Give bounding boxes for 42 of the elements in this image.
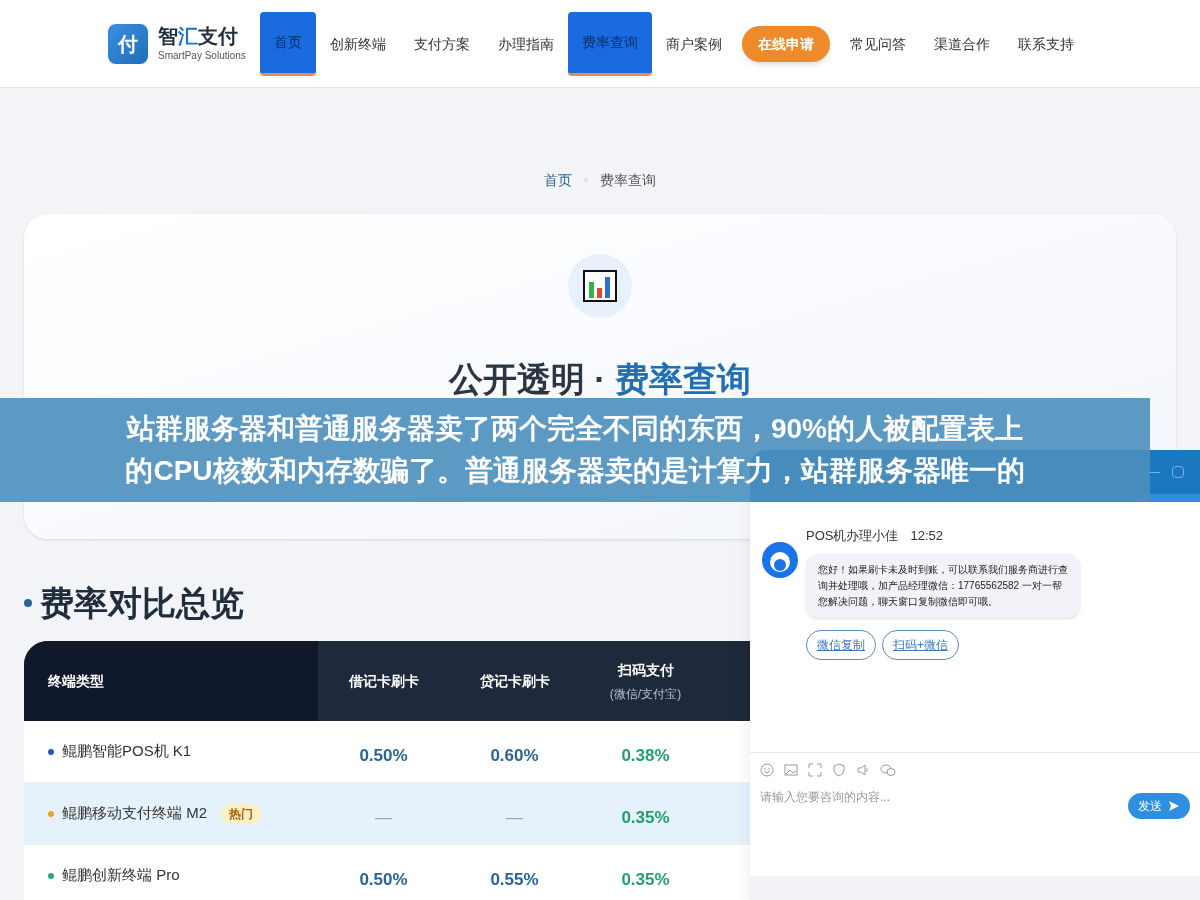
rate-value: 0.50% <box>359 744 408 767</box>
rate-value: 0.35% <box>621 806 670 829</box>
breadcrumb-current: 费率查询 <box>600 171 656 190</box>
banner-text: 的CPU核数和内存数骗了。普通服务器卖的是计算力，站群服务器唯一的 <box>125 454 1025 488</box>
agent-avatar-icon <box>762 542 798 578</box>
brand-tagline: SmartPay Solutions <box>158 49 246 63</box>
column-subheader: (微信/支付宝) <box>609 686 682 702</box>
hero-title: 公开透明 · 费率查询 <box>448 359 752 400</box>
logo-icon: 付 <box>108 23 148 64</box>
speaker-icon[interactable] <box>856 763 870 777</box>
maximize-icon[interactable] <box>1172 466 1184 478</box>
column-header: 贷记卡刷卡 <box>479 672 550 691</box>
chat-bubbles-icon[interactable] <box>880 763 896 777</box>
message-input[interactable]: 请输入您要咨询的内容... <box>760 789 1060 805</box>
rate-value: — <box>506 806 523 829</box>
rate-value: 0.60% <box>490 744 539 767</box>
section-title: 费率对比总览 <box>40 583 244 624</box>
terminal-name: 鲲鹏移动支付终端 M2 <box>62 803 207 824</box>
message-bubble: 您好！如果刷卡未及时到账，可以联系我们服务商进行查询并处理哦，加产品经理微信：17765562582 一对一帮您解决问题，聊天窗口复制微信即可哦。 <box>806 553 1080 618</box>
column-header: 扫码支付 <box>617 661 674 680</box>
brand-name: 智汇支付 <box>158 24 239 48</box>
breadcrumb-link[interactable]: 首页 <box>544 170 572 190</box>
rate-value: 0.50% <box>359 868 408 891</box>
bullet-icon <box>24 599 32 607</box>
hot-badge: 热门 <box>221 803 261 824</box>
agent-name: POS机办理小佳 <box>806 527 899 545</box>
rate-value: 0.35% <box>621 868 670 891</box>
emoji-icon[interactable] <box>760 763 774 777</box>
shield-icon[interactable] <box>832 763 846 777</box>
bar-chart-icon <box>583 270 617 302</box>
rate-value: 0.55% <box>490 868 539 891</box>
rate-value: — <box>375 806 392 829</box>
terminal-name: 鲲鹏创新终端 Pro <box>62 865 180 886</box>
send-icon <box>1168 800 1180 812</box>
column-header: 借记卡刷卡 <box>348 672 419 691</box>
image-icon[interactable] <box>784 763 798 777</box>
fullscreen-icon[interactable] <box>808 763 822 777</box>
message-time: 12:52 <box>910 527 943 545</box>
banner-text: 站群服务器和普通服务器卖了两个完全不同的东西，90%的人被配置表上 <box>126 412 1023 446</box>
column-header: 终端类型 <box>48 672 105 691</box>
terminal-name: 鲲鹏智能POS机 K1 <box>62 741 192 762</box>
rate-value: 0.38% <box>621 744 670 767</box>
